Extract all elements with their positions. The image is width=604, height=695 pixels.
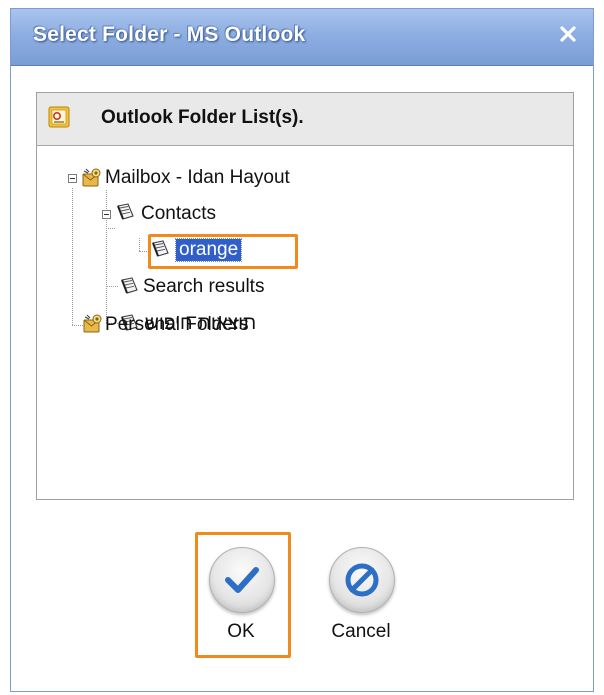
collapse-toggle[interactable] — [102, 210, 111, 219]
close-button[interactable] — [555, 21, 581, 47]
collapse-toggle[interactable] — [68, 174, 77, 183]
checkmark-icon — [225, 567, 259, 593]
tree-label-personal-folders: Personal Folders — [105, 314, 249, 335]
tree-label-search-results: Search results — [143, 276, 265, 297]
window-title: Select Folder - MS Outlook — [33, 23, 306, 46]
ok-button-label[interactable]: OK — [191, 621, 291, 643]
select-folder-dialog: Select Folder - MS Outlook Outlook Folde… — [10, 8, 594, 692]
folder-list-panel: Outlook Folder List(s). Mailbox - Idan H… — [36, 92, 574, 500]
cancel-button-label[interactable]: Cancel — [311, 621, 411, 643]
folder-tree: Mailbox - Idan Hayout Contacts orange Se… — [37, 146, 573, 499]
address-book-icon — [152, 240, 169, 257]
tree-label-contacts: Contacts — [141, 203, 216, 224]
outlook-folder-list-icon — [48, 106, 70, 128]
ok-button[interactable] — [209, 547, 275, 613]
close-icon — [560, 26, 576, 42]
mailbox-icon — [82, 168, 101, 187]
tree-label-mailbox: Mailbox - Idan Hayout — [105, 167, 290, 188]
panel-title: Outlook Folder List(s). — [101, 107, 304, 128]
address-book-icon — [117, 203, 134, 220]
cancel-button[interactable] — [329, 547, 395, 613]
panel-header: Outlook Folder List(s). — [37, 93, 573, 146]
tree-label-orange: orange — [174, 238, 243, 262]
title-bar[interactable]: Select Folder - MS Outlook — [11, 9, 593, 66]
address-book-icon — [121, 277, 138, 294]
mailbox-icon — [83, 314, 102, 333]
cancel-icon — [345, 563, 379, 597]
